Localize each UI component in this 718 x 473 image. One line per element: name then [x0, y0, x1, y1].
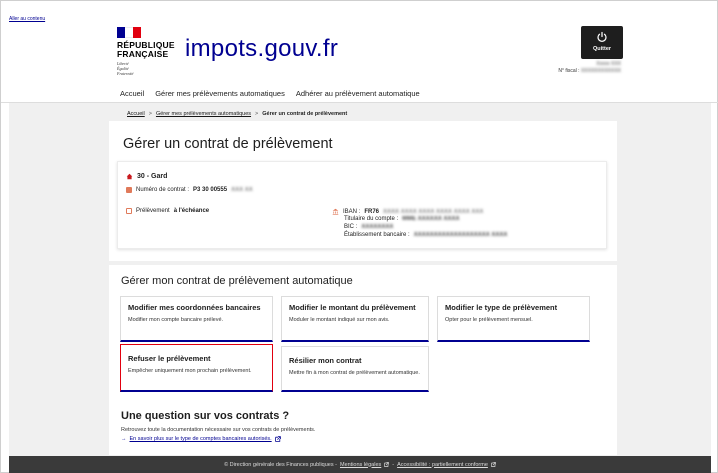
page-title: Gérer un contrat de prélèvement	[123, 136, 333, 152]
contract-number: P3 30 00555	[193, 187, 228, 193]
question-text: Retrouvez toute la documentation nécessa…	[121, 427, 316, 433]
tile-modifier-montant[interactable]: Modifier le montant du prélèvement Modul…	[281, 296, 429, 342]
breadcrumb-accueil[interactable]: Accueil	[127, 111, 145, 117]
contract-name: 30 - Gard	[137, 173, 168, 180]
site-brand[interactable]: impots.gouv.fr	[185, 35, 338, 63]
iban-row: IBAN : FR76 XXXX XXXX XXXX XXXX XXXX XXX	[332, 208, 483, 215]
page: Aller au contenu RÉPUBLIQUE FRANÇAISE Li…	[0, 0, 718, 473]
tile-modifier-type[interactable]: Modifier le type de prélèvement Opter po…	[437, 296, 590, 342]
bank-accounts-link[interactable]: → En savoir plus sur le type de comptes …	[121, 436, 281, 442]
flag-icon	[117, 27, 141, 38]
footer-legal-link[interactable]: Mentions légales	[340, 462, 381, 468]
payment-mode-row: Prélèvement à l'échéance	[126, 208, 209, 214]
quit-button[interactable]: Quitter	[581, 26, 623, 59]
arrow-right-icon: →	[121, 436, 127, 442]
republic-name: RÉPUBLIQUE FRANÇAISE	[117, 40, 175, 59]
tile-modifier-coordonnees[interactable]: Modifier mes coordonnées bancaires Modif…	[120, 296, 273, 342]
footer: © Direction générale des Finances publiq…	[9, 456, 711, 473]
external-link-icon	[274, 436, 281, 442]
quit-label: Quitter	[592, 46, 612, 52]
republique-francaise-logo[interactable]: RÉPUBLIQUE FRANÇAISE Liberté Égalité Fra…	[117, 27, 177, 76]
external-link-icon	[491, 462, 496, 467]
bic-row: BIC : XXXXXXXX	[344, 224, 394, 230]
home-icon	[126, 173, 133, 180]
footer-accessibility-link[interactable]: Accessibilité : partiellement conforme	[397, 462, 488, 468]
contract-number-row: Numéro de contrat : P3 30 00555 XXX XX	[126, 187, 253, 193]
tile-resilier-contrat[interactable]: Résilier mon contrat Mettre fin à mon co…	[281, 346, 429, 392]
bank-icon	[332, 208, 339, 215]
motto: Liberté Égalité Fraternité	[117, 61, 134, 76]
tile-refuser-prelevement[interactable]: Refuser le prélèvement Empêcher uniqueme…	[120, 344, 273, 392]
holder-row: Titulaire du compte : MME XXXXXX XXXX	[344, 216, 460, 222]
breadcrumb-current: Gérer un contrat de prélèvement	[262, 111, 348, 117]
power-icon	[597, 31, 607, 42]
user-name: Xxxxx XXX	[596, 61, 621, 67]
contract-name-row: 30 - Gard	[126, 173, 167, 180]
breadcrumb-gerer[interactable]: Gérer mes prélèvements automatiques	[156, 111, 251, 117]
document-icon	[126, 187, 132, 193]
external-link-icon	[384, 462, 390, 467]
calendar-icon	[126, 208, 132, 214]
fiscal-number: N° fiscal : XXXXXXXXXXXX	[558, 68, 621, 74]
question-title: Une question sur vos contrats ?	[121, 410, 290, 422]
breadcrumb: Accueil > Gérer mes prélèvements automat…	[127, 111, 348, 117]
bank-row: Établissement bancaire : XXXXXXXXXXXXXXX…	[344, 232, 508, 238]
manage-title: Gérer mon contrat de prélèvement automat…	[121, 275, 353, 287]
skip-link[interactable]: Aller au contenu	[9, 16, 45, 22]
